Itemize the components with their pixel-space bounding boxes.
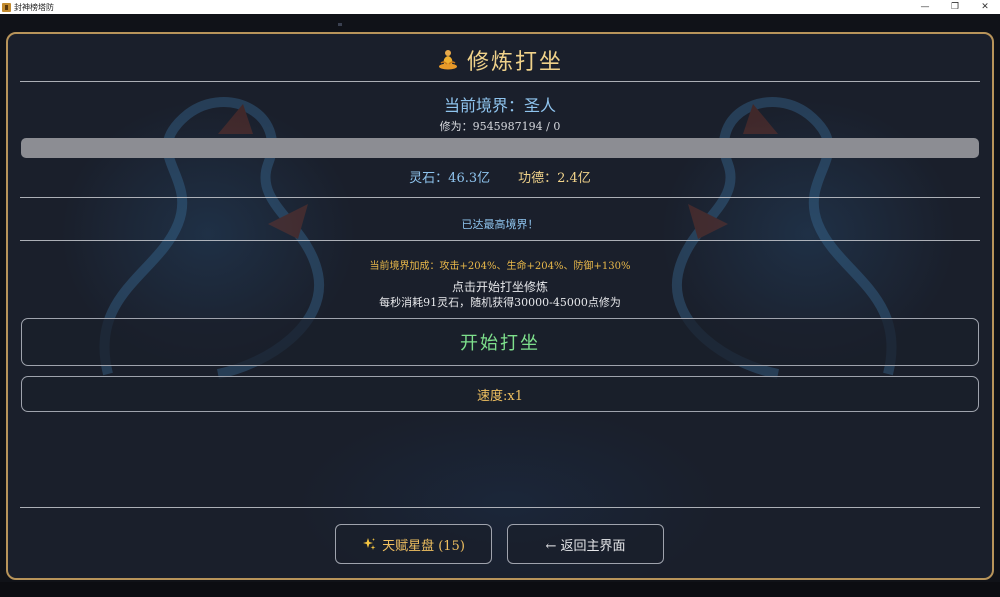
app-icon [2, 2, 11, 12]
realm-bonus: 当前境界加成：攻击+204%、生命+204%、防御+130% [369, 261, 631, 272]
window-title: 封神榜塔防 [14, 2, 54, 12]
divider [20, 240, 980, 241]
maximize-button[interactable]: ❐ [940, 0, 970, 14]
current-realm: 当前境界：圣人 [443, 96, 556, 115]
talent-starchart-button[interactable]: 天赋星盘 (15) [335, 524, 492, 564]
divider [20, 507, 980, 508]
talent-button-label: 天赋星盘 (15) [382, 538, 465, 554]
panel-title: 修炼打坐 [8, 44, 992, 76]
back-to-main-button[interactable]: ← 返回主界面 [507, 524, 664, 564]
cultivation-progress-bar [21, 138, 979, 158]
minimize-button[interactable]: — [910, 0, 940, 14]
meditation-cost-hint: 每秒消耗91灵石，随机获得30000-45000点修为 [379, 296, 621, 309]
meditation-hint: 点击开始打坐修炼 [451, 280, 548, 294]
divider [20, 197, 980, 198]
panel-title-text: 修炼打坐 [466, 50, 563, 75]
merit-count: 功德：2.4亿 [518, 171, 591, 186]
speed-button[interactable]: 速度:x1 [21, 376, 979, 412]
start-meditation-button[interactable]: 开始打坐 [21, 318, 979, 366]
meditation-panel: 修炼打坐 当前境界：圣人 修为：9545987194 / 0 灵石：46.3亿 … [6, 32, 994, 580]
game-window: 修炼打坐 当前境界：圣人 修为：9545987194 / 0 灵石：46.3亿 … [0, 14, 1000, 597]
spirit-stone-count: 灵石：46.3亿 [409, 171, 491, 186]
cultivation-value: 修为：9545987194 / 0 [439, 120, 561, 133]
bottom-strip [0, 582, 1000, 597]
resources-row: 灵石：46.3亿 功德：2.4亿 [8, 167, 992, 186]
top-strip [0, 14, 1000, 30]
window-controls: — ❐ ✕ [910, 0, 1000, 14]
window-titlebar[interactable]: 封神榜塔防 — ❐ ✕ [0, 0, 1000, 14]
sparkles-icon [363, 538, 376, 550]
close-button[interactable]: ✕ [970, 0, 1000, 14]
max-realm-message: 已达最高境界！ [461, 218, 539, 231]
divider [20, 81, 980, 82]
person-meditating-icon [438, 50, 457, 70]
